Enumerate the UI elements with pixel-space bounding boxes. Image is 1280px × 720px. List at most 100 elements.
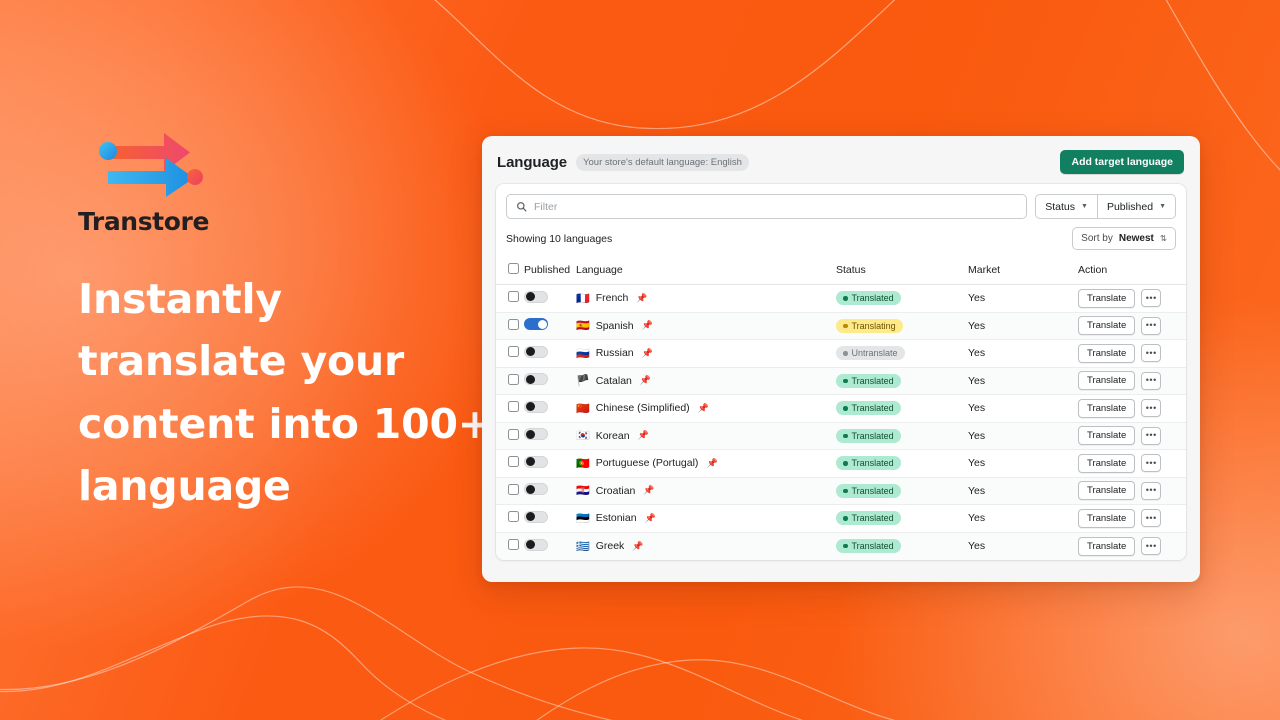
row-checkbox[interactable] bbox=[508, 483, 519, 495]
pin-icon[interactable]: 📌 bbox=[643, 486, 654, 495]
flag-icon: 🇰🇷 bbox=[576, 429, 590, 443]
select-all-checkbox[interactable] bbox=[508, 263, 519, 274]
row-market-cell: Yes bbox=[968, 367, 1078, 395]
row-language-cell: 🇷🇺 Russian 📌 bbox=[576, 339, 836, 368]
flag-icon: 🇵🇹 bbox=[576, 456, 590, 470]
row-checkbox[interactable] bbox=[508, 401, 519, 413]
status-dot-icon bbox=[843, 488, 848, 493]
translate-button[interactable]: Translate bbox=[1078, 343, 1136, 363]
row-select-cell bbox=[496, 284, 524, 313]
add-target-language-button[interactable]: Add target language bbox=[1060, 150, 1184, 174]
published-toggle[interactable] bbox=[524, 455, 548, 468]
translate-button[interactable]: Translate bbox=[1078, 426, 1136, 446]
column-header-language: Language bbox=[576, 258, 836, 285]
published-toggle[interactable] bbox=[524, 483, 548, 496]
row-checkbox[interactable] bbox=[508, 373, 519, 385]
published-toggle[interactable] bbox=[524, 538, 548, 551]
market-value: Yes bbox=[968, 374, 986, 387]
more-actions-button[interactable]: ••• bbox=[1141, 344, 1162, 363]
row-published-cell bbox=[524, 422, 576, 450]
row-market-cell: Yes bbox=[968, 284, 1078, 313]
row-select-cell bbox=[496, 394, 524, 423]
row-checkbox[interactable] bbox=[508, 346, 519, 358]
status-badge: Translated bbox=[836, 291, 901, 306]
language-name: Greek bbox=[595, 540, 625, 552]
pin-icon[interactable]: 📌 bbox=[645, 513, 656, 523]
row-published-cell bbox=[524, 504, 576, 533]
translate-button[interactable]: Translate bbox=[1078, 398, 1136, 418]
translate-button[interactable]: Translate bbox=[1078, 508, 1136, 528]
language-name: Chinese (Simplified) bbox=[595, 402, 690, 415]
toggle-knob bbox=[537, 319, 547, 329]
select-all-header bbox=[496, 258, 524, 285]
more-actions-button[interactable]: ••• bbox=[1141, 509, 1162, 528]
more-actions-button[interactable]: ••• bbox=[1141, 316, 1162, 335]
more-actions-button[interactable]: ••• bbox=[1141, 454, 1162, 473]
hero-headline: Instantly translate your content into 10… bbox=[78, 275, 492, 510]
more-actions-button[interactable]: ••• bbox=[1141, 399, 1162, 418]
published-toggle[interactable] bbox=[524, 428, 548, 441]
status-filter-dropdown[interactable]: Status ▼ bbox=[1035, 194, 1098, 219]
pin-icon[interactable]: 📌 bbox=[638, 431, 649, 440]
translate-button[interactable]: Translate bbox=[1078, 481, 1136, 501]
pin-icon[interactable]: 📌 bbox=[640, 376, 651, 385]
row-status-cell: Untranslate bbox=[836, 339, 968, 368]
search-box[interactable] bbox=[506, 194, 1028, 219]
published-filter-dropdown[interactable]: Published ▼ bbox=[1097, 194, 1176, 219]
search-input[interactable] bbox=[534, 200, 1018, 213]
published-toggle[interactable] bbox=[524, 318, 548, 331]
row-checkbox[interactable] bbox=[508, 318, 519, 330]
translate-button[interactable]: Translate bbox=[1078, 316, 1136, 336]
pin-icon[interactable]: 📌 bbox=[636, 293, 647, 303]
published-toggle[interactable] bbox=[524, 290, 548, 303]
published-toggle[interactable] bbox=[524, 373, 548, 386]
row-checkbox[interactable] bbox=[508, 539, 519, 550]
pin-icon[interactable]: 📌 bbox=[642, 348, 653, 358]
status-dot-icon bbox=[843, 433, 848, 438]
flag-icon: 🇪🇸 bbox=[576, 319, 590, 333]
language-name: French bbox=[595, 292, 629, 305]
sort-by-button[interactable]: Sort by Newest ⇅ bbox=[1072, 227, 1176, 250]
status-badge: Translated bbox=[836, 373, 901, 388]
language-table-panel: Status ▼ Published ▼ Showing 10 language… bbox=[496, 184, 1186, 560]
status-filter-label: Status bbox=[1045, 200, 1075, 213]
pin-icon[interactable]: 📌 bbox=[632, 541, 643, 551]
row-checkbox[interactable] bbox=[508, 456, 519, 468]
table-head: Published Language Status Market Action bbox=[496, 258, 1186, 285]
more-actions-button[interactable]: ••• bbox=[1141, 537, 1162, 555]
row-status-cell: Translated bbox=[836, 504, 968, 533]
table-body: 🇫🇷 French 📌 Translated Yes Translate ••• 🇪🇸 Span… bbox=[496, 284, 1186, 560]
row-checkbox[interactable] bbox=[508, 428, 519, 440]
published-toggle[interactable] bbox=[524, 345, 548, 358]
more-actions-button[interactable]: ••• bbox=[1141, 426, 1162, 445]
row-action-cell: Translate ••• bbox=[1078, 284, 1186, 313]
translate-button[interactable]: Translate bbox=[1078, 371, 1136, 391]
status-label: Translated bbox=[851, 375, 894, 386]
toggle-knob bbox=[525, 402, 535, 412]
toggle-knob bbox=[525, 374, 535, 384]
translate-button[interactable]: Translate bbox=[1078, 453, 1136, 473]
row-select-cell bbox=[496, 504, 524, 533]
status-label: Translated bbox=[851, 541, 894, 551]
pin-icon[interactable]: 📌 bbox=[642, 321, 653, 330]
flag-icon: 🇬🇷 bbox=[576, 539, 590, 553]
row-status-cell: Translated bbox=[836, 394, 968, 423]
row-checkbox[interactable] bbox=[508, 291, 519, 303]
more-actions-button[interactable]: ••• bbox=[1141, 371, 1162, 390]
chevron-down-icon: ▼ bbox=[1081, 203, 1088, 210]
more-actions-button[interactable]: ••• bbox=[1141, 289, 1162, 308]
row-published-cell bbox=[524, 339, 576, 368]
pin-icon[interactable]: 📌 bbox=[698, 403, 709, 413]
toggle-knob bbox=[525, 429, 535, 439]
status-dot-icon bbox=[843, 461, 848, 466]
translate-button[interactable]: Translate bbox=[1078, 288, 1136, 308]
row-action-cell: Translate ••• bbox=[1078, 394, 1186, 423]
translate-button[interactable]: Translate bbox=[1078, 536, 1136, 556]
pin-icon[interactable]: 📌 bbox=[706, 458, 717, 468]
status-dot-icon bbox=[843, 323, 848, 328]
status-label: Untranslate bbox=[851, 348, 898, 359]
more-actions-button[interactable]: ••• bbox=[1141, 481, 1162, 500]
row-checkbox[interactable] bbox=[508, 511, 519, 523]
published-toggle[interactable] bbox=[524, 510, 548, 523]
published-toggle[interactable] bbox=[524, 400, 548, 413]
